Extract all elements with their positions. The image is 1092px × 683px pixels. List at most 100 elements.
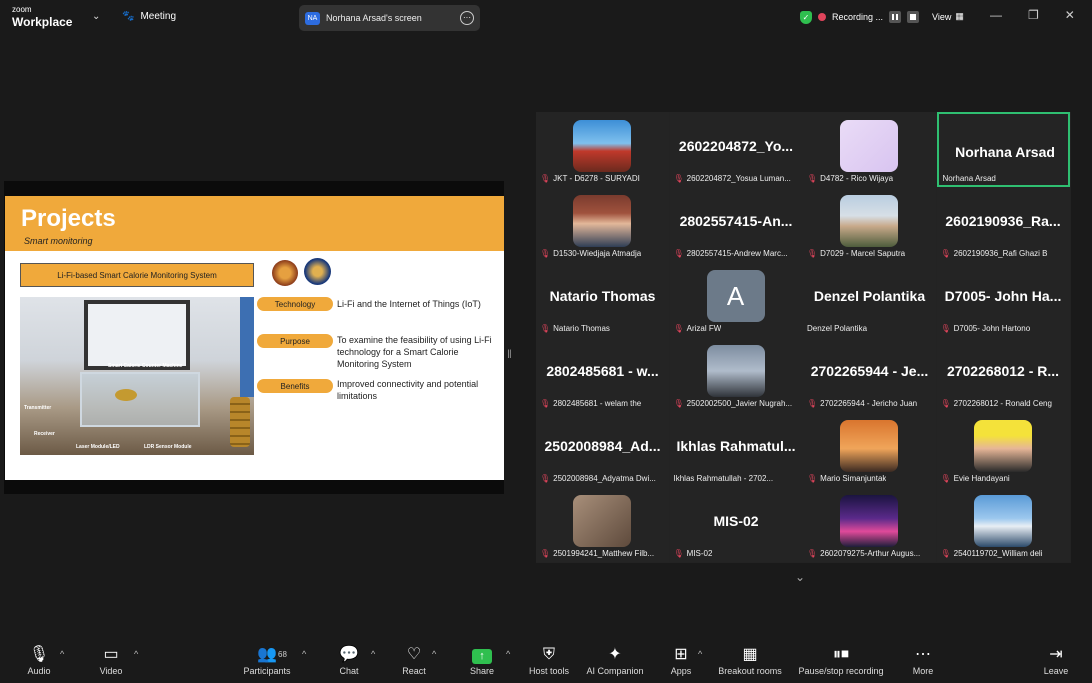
participant-display-name: 2802557415-An... xyxy=(679,213,793,229)
participant-name-label: 🎙 D4782 - Rico Wijaya xyxy=(807,174,893,185)
participant-name-label: 🎙 MIS-02 xyxy=(674,549,713,560)
share-button[interactable]: ↑ Share xyxy=(466,644,498,676)
more-icon: ⋯ xyxy=(915,646,931,663)
chevron-down-icon[interactable]: ⌄ xyxy=(92,11,100,22)
meeting-menu[interactable]: 🐾 Meeting xyxy=(122,11,176,22)
participant-name: Mario Simanjuntak xyxy=(820,474,887,483)
photo-monitor xyxy=(84,300,190,370)
more-button[interactable]: ⋯ More xyxy=(908,644,938,676)
split-handle[interactable]: ‖ xyxy=(507,347,512,367)
participant-tile[interactable]: 2602190936_Ra... 🎙 2602190936_Rafi Ghazi B xyxy=(936,187,1070,262)
system-title-box: Li-Fi-based Smart Calorie Monitoring Sys… xyxy=(20,263,254,287)
participant-tile[interactable]: 🎙 2602079275-Arthur Augus... xyxy=(803,487,936,562)
chat-options-caret[interactable]: ^ xyxy=(371,649,375,659)
prototype-photo: Smart Calorie Counter Machine Transmitte… xyxy=(20,297,254,455)
participant-tile[interactable]: A 🎙 Arizal FW xyxy=(669,262,803,337)
participant-name-label: 🎙 2702268012 - Ronald Ceng xyxy=(941,399,1052,410)
participant-name-label: 🎙 2702265944 - Jericho Juan xyxy=(807,399,917,410)
minimize-icon[interactable]: — xyxy=(990,8,1002,22)
participant-name: D7029 - Marcel Saputra xyxy=(820,249,906,258)
audio-button[interactable]: 🎙 Audio xyxy=(22,644,56,676)
participant-tile[interactable]: Denzel Polantika Denzel Polantika xyxy=(803,262,936,337)
participant-tile[interactable]: 🎙 D4782 - Rico Wijaya xyxy=(803,112,936,187)
host-tools-button[interactable]: ⛨ Host tools xyxy=(526,644,572,676)
participant-tile[interactable]: 2802557415-An... 🎙 2802557415-Andrew Marc.… xyxy=(669,187,803,262)
react-button[interactable]: ♡ React xyxy=(398,644,430,676)
participant-name-label: 🎙 Natario Thomas xyxy=(540,324,610,335)
photo-label-transmitter: Transmitter xyxy=(24,405,52,411)
apps-options-caret[interactable]: ^ xyxy=(698,649,702,659)
view-button[interactable]: View ▦ xyxy=(932,11,964,22)
participants-button[interactable]: 👥 68 Participants xyxy=(240,644,294,676)
avatar xyxy=(573,495,631,547)
participant-tile[interactable]: Natario Thomas 🎙 Natario Thomas xyxy=(536,262,669,337)
mic-muted-icon: 🎙 xyxy=(940,549,951,558)
stop-recording-button[interactable] xyxy=(907,11,920,23)
ai-companion-button[interactable]: ✦ AI Companion xyxy=(584,644,646,676)
participant-tile[interactable]: Ikhlas Rahmatul... Ikhlas Rahmatullah - 2… xyxy=(669,412,803,487)
participant-tile[interactable]: Norhana Arsad Norhana Arsad xyxy=(936,112,1070,187)
restore-icon[interactable]: ❐ xyxy=(1028,8,1039,22)
photo-weights-stack xyxy=(230,397,250,447)
mic-muted-icon: 🎙 xyxy=(940,399,951,408)
participant-name-label: 🎙 2602204872_Yosua Luman... xyxy=(674,174,791,185)
view-label: View xyxy=(932,11,952,22)
avatar xyxy=(573,120,631,172)
avatar xyxy=(840,420,898,472)
participant-tile[interactable]: 🎙 D7029 - Marcel Saputra xyxy=(803,187,936,262)
participant-tile[interactable]: 🎙 Evie Handayani xyxy=(936,412,1070,487)
participant-tile[interactable]: 🎙 2502002500_Javier Nugrah... xyxy=(669,337,803,412)
close-icon[interactable]: ✕ xyxy=(1065,8,1075,22)
pause-stop-recording-button[interactable]: ⏸⏹ Pause/stop recording xyxy=(794,644,888,676)
participant-tile[interactable]: D7005- John Ha... 🎙 D7005- John Hartono xyxy=(936,262,1070,337)
zoom-brand[interactable]: zoom Workplace xyxy=(12,5,72,29)
participants-options-caret[interactable]: ^ xyxy=(302,649,306,659)
apps-label: Apps xyxy=(670,666,692,676)
participant-tile[interactable]: 🎙 JKT - D6278 - SURYADI xyxy=(536,112,669,187)
participant-name-label: 🎙 D1530-Wiedjaja Atmadja xyxy=(540,249,641,260)
breakout-rooms-button[interactable]: ▦ Breakout rooms xyxy=(716,644,784,676)
participant-display-name: 2702268012 - R... xyxy=(946,363,1060,379)
participant-name: 2702265944 - Jericho Juan xyxy=(820,399,918,408)
participant-tile[interactable]: 🎙 2540119702_William deli xyxy=(936,487,1070,562)
ai-companion-label: AI Companion xyxy=(586,666,644,676)
mic-muted-icon: 🎙 xyxy=(540,549,551,558)
chat-button[interactable]: 💬 Chat xyxy=(334,644,364,676)
screen-share-pill[interactable]: NA Norhana Arsad's screen ··· xyxy=(299,5,480,31)
audio-options-caret[interactable]: ^ xyxy=(60,649,64,659)
top-bar: zoom Workplace ⌄ 🐾 Meeting NA Norhana Ar… xyxy=(0,0,1092,36)
more-options-icon[interactable]: ··· xyxy=(460,11,474,25)
leave-button[interactable]: ⇥ Leave xyxy=(1040,644,1072,676)
participant-tile[interactable]: 2802485681 - w... 🎙 2802485681 - welam the xyxy=(536,337,669,412)
avatar xyxy=(973,495,1032,547)
react-options-caret[interactable]: ^ xyxy=(432,649,436,659)
participant-tile[interactable]: MIS-02 🎙 MIS-02 xyxy=(669,487,803,562)
paw-icon: 🐾 xyxy=(122,11,135,22)
video-button[interactable]: ▭ Video xyxy=(94,644,128,676)
presentation-slide: Projects Smart monitoring Li-Fi-based Sm… xyxy=(5,196,504,480)
participant-tile[interactable]: 2602204872_Yo... 🎙 2602204872_Yosua Luman.… xyxy=(669,112,803,187)
video-options-caret[interactable]: ^ xyxy=(134,649,138,659)
participant-tile[interactable]: 🎙 2501994241_Matthew Filb... xyxy=(536,487,669,562)
participant-name: 2702268012 - Ronald Ceng xyxy=(953,399,1052,408)
apps-button[interactable]: ⊞ Apps xyxy=(666,644,696,676)
participant-name: 2502002500_Javier Nugrah... xyxy=(686,399,793,408)
participant-name-label: 🎙 2502008984_Adyatma Dwi... xyxy=(540,474,656,485)
screen-title: Norhana Arsad's screen xyxy=(326,13,422,23)
participant-tile[interactable]: 2702268012 - R... 🎙 2702268012 - Ronald Ce… xyxy=(936,337,1070,412)
participant-name: JKT - D6278 - SURYADI xyxy=(553,174,640,183)
participant-tile[interactable]: 2502008984_Ad... 🎙 2502008984_Adyatma Dwi.… xyxy=(536,412,669,487)
chat-icon: 💬 xyxy=(339,646,359,663)
recording-dot-icon xyxy=(818,13,826,21)
participant-tile[interactable]: 🎙 D1530-Wiedjaja Atmadja xyxy=(536,187,669,262)
participant-tile[interactable]: 🎙 Mario Simanjuntak xyxy=(803,412,936,487)
participants-count: 68 xyxy=(278,650,287,659)
participants-label: Participants xyxy=(243,666,291,676)
mic-muted-icon: 🎙 xyxy=(807,549,818,558)
participant-name: Denzel Polantika xyxy=(807,324,868,333)
purpose-label: Purpose xyxy=(257,334,333,348)
participant-tile[interactable]: 2702265944 - Je... 🎙 2702265944 - Jericho … xyxy=(803,337,936,412)
share-options-caret[interactable]: ^ xyxy=(506,649,510,659)
pause-recording-button[interactable] xyxy=(889,11,902,23)
chevron-down-icon[interactable]: ⌄ xyxy=(795,570,805,584)
